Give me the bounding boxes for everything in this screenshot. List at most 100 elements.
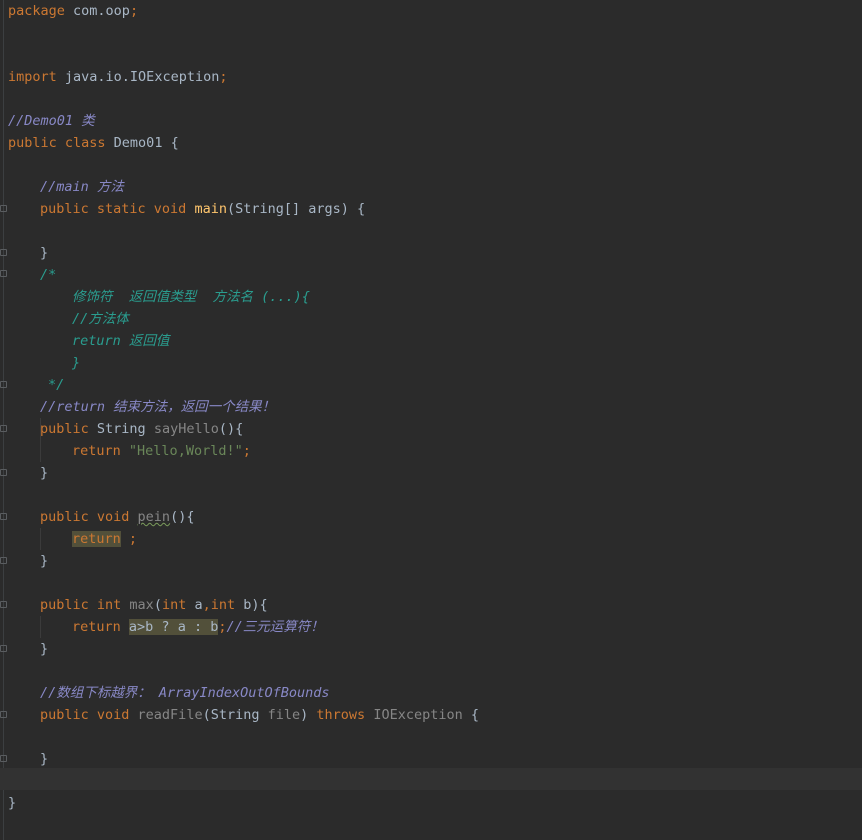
semicolon: ; (129, 3, 139, 19)
params: (){ (218, 421, 244, 437)
code-line-pein-decl[interactable]: public void pein(){ (40, 506, 194, 528)
param-name: file (267, 707, 301, 723)
keyword: int (210, 597, 236, 613)
semicolon: ; (242, 443, 251, 459)
fold-marker-icon[interactable] (0, 557, 7, 564)
method-name: pein (137, 509, 171, 525)
semicolon: ; (120, 531, 138, 547)
line-comment: //三元运算符！ (226, 619, 324, 635)
comma: , (202, 597, 211, 613)
method-name: readFile (137, 707, 203, 723)
method-name: main (194, 201, 227, 217)
string-literal: "Hello,World!" (128, 443, 243, 459)
code-line-brace[interactable]: } (40, 462, 48, 484)
code-line-comment[interactable]: //数组下标越界： ArrayIndexOutOfBounds (40, 682, 330, 704)
fold-marker-icon[interactable] (0, 381, 7, 388)
fold-marker-icon[interactable] (0, 601, 7, 608)
open-brace: { (462, 707, 479, 723)
code-line-max-decl[interactable]: public int max(int a,int b){ (40, 594, 268, 616)
code-line-main-decl[interactable]: public static void main(String[] args) { (40, 198, 365, 220)
code-line-comment[interactable]: //main 方法 (40, 176, 124, 198)
code-line-brace[interactable]: } (40, 748, 48, 770)
keyword: public (40, 421, 89, 437)
block-comment: */ (48, 377, 65, 393)
param-type: (String (202, 707, 268, 723)
keyword: public int (40, 597, 122, 613)
closing-brace: } (40, 751, 49, 767)
code-line-sayhello-decl[interactable]: public String sayHello(){ (40, 418, 243, 440)
block-comment: return 返回值 (72, 333, 170, 349)
code-line-block-comment[interactable]: 修饰符 返回值类型 方法名 (...){ (72, 286, 310, 308)
code-editor[interactable]: package com.oop; import java.io.IOExcept… (0, 0, 862, 840)
code-line-block-comment[interactable]: */ (48, 374, 64, 396)
code-line-block-comment[interactable]: } (72, 352, 80, 374)
fold-marker-icon[interactable] (0, 469, 7, 476)
code-line-comment[interactable]: //return 结束方法，返回一个结果！ (40, 396, 275, 418)
paren: ( (153, 597, 162, 613)
method-name: max (129, 597, 154, 613)
keyword: return (72, 619, 121, 635)
code-line-return[interactable]: return a>b ? a : b;//三元运算符！ (72, 616, 324, 638)
keyword: throws (316, 707, 366, 723)
keyword: return (72, 531, 121, 547)
line-comment: //Demo01 类 (8, 113, 95, 129)
code-line-block-comment[interactable]: return 返回值 (72, 330, 169, 352)
code-line-return[interactable]: return ; (72, 528, 137, 550)
code-line-import[interactable]: import java.io.IOException; (8, 66, 227, 88)
fold-marker-icon[interactable] (0, 270, 7, 277)
keyword: int (161, 597, 187, 613)
code-line-return[interactable]: return "Hello,World!"; (72, 440, 251, 462)
keyword: public void (40, 509, 130, 525)
return-type: String (88, 421, 154, 437)
current-line-highlight (0, 768, 862, 790)
indent-guide (40, 616, 41, 638)
line-comment: //数组下标越界： ArrayIndexOutOfBounds (40, 685, 330, 701)
fold-marker-icon[interactable] (0, 755, 7, 762)
semicolon: ; (219, 69, 228, 85)
fold-marker-icon[interactable] (0, 205, 7, 212)
closing-brace: } (40, 553, 49, 569)
ternary-expression: a>b ? a : b (128, 619, 219, 635)
package-name: com.oop (64, 3, 130, 19)
code-line-block-comment[interactable]: //方法体 (72, 308, 129, 330)
code-line-brace[interactable]: } (8, 792, 16, 814)
line-comment: //return 结束方法，返回一个结果！ (40, 399, 276, 415)
indent-guide (40, 528, 41, 550)
keyword: package (8, 3, 65, 19)
param-name: b){ (235, 597, 268, 613)
fold-marker-icon[interactable] (0, 425, 7, 432)
params: (){ (170, 509, 195, 525)
paren: ) (300, 707, 317, 723)
param-name: a (186, 597, 203, 613)
closing-brace: } (8, 795, 17, 811)
fold-marker-icon[interactable] (0, 645, 7, 652)
code-line-class-decl[interactable]: public class Demo01 { (8, 132, 179, 154)
keyword: return (72, 443, 121, 459)
block-comment: } (72, 355, 81, 371)
keyword: public static void (40, 201, 187, 217)
closing-brace: } (40, 245, 49, 261)
fold-marker-icon[interactable] (0, 513, 7, 520)
code-line-comment[interactable]: //Demo01 类 (8, 110, 95, 132)
method-name: sayHello (153, 421, 219, 437)
code-line-block-comment[interactable]: /* (40, 264, 56, 286)
fold-marker-icon[interactable] (0, 249, 7, 256)
code-line-brace[interactable]: } (40, 638, 48, 660)
block-comment: //方法体 (72, 311, 129, 327)
code-line-package[interactable]: package com.oop; (8, 0, 138, 22)
fold-marker-icon[interactable] (0, 711, 7, 718)
closing-brace: } (40, 465, 49, 481)
exception-type: IOException (373, 707, 463, 723)
params: (String[] args) { (226, 201, 366, 217)
code-line-readfile-decl[interactable]: public void readFile(String file) throws… (40, 704, 479, 726)
block-comment: 修饰符 返回值类型 方法名 (...){ (72, 289, 310, 305)
code-line-brace[interactable]: } (40, 550, 48, 572)
keyword: public class (8, 135, 106, 151)
code-line-brace[interactable]: } (40, 242, 48, 264)
class-name: Demo01 { (105, 135, 179, 151)
line-comment: //main 方法 (40, 179, 124, 195)
